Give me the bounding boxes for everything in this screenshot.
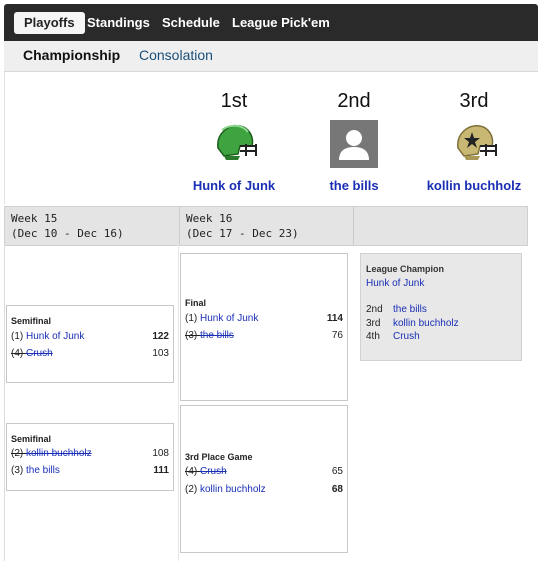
matchup-row: (1) Hunk of Junk 114 (185, 313, 343, 327)
matchup-title: 3rd Place Game (185, 452, 253, 462)
tab-championship[interactable]: Championship (23, 47, 120, 63)
week-label: Week 15 (11, 212, 58, 225)
team-link[interactable]: kollin buchholz (393, 318, 459, 329)
champion-team-link[interactable]: Hunk of Junk (366, 278, 424, 289)
matchup-row: (3) the bills 76 (185, 330, 343, 344)
final-place: 3rd (366, 318, 381, 329)
seed: (2) (185, 484, 200, 495)
default-avatar-icon (330, 120, 378, 168)
final-standing-row: 2nd the bills (366, 304, 427, 315)
team-link[interactable]: the bills (393, 304, 427, 315)
seed: (4) (185, 466, 200, 477)
matchup-title: Final (185, 298, 207, 308)
seed: (2) (11, 448, 26, 459)
podium: 1st Hunk of Junk 2nd the bills 3rd kolli… (4, 72, 538, 204)
team-link[interactable]: the bills (26, 465, 60, 476)
team-link[interactable]: kollin buchholz (200, 484, 266, 495)
score: 114 (326, 313, 343, 324)
week-range: (Dec 17 - Dec 23) (186, 227, 299, 240)
week-label: Week 16 (186, 212, 233, 225)
green-helmet-icon (210, 120, 258, 168)
week-header: Week 15 (Dec 10 - Dec 16) Week 16 (Dec 1… (4, 206, 528, 246)
week-16-column: Week 16 (Dec 17 - Dec 23) (180, 207, 354, 245)
podium-first: 1st Hunk of Junk (169, 72, 299, 193)
podium-rank: 3rd (459, 90, 489, 112)
matchup-row: (2) kollin buchholz 108 (11, 448, 169, 462)
matchup-final[interactable]: Final (1) Hunk of Junk 114 (3) the bills… (180, 253, 348, 401)
tab-schedule[interactable]: Schedule (162, 12, 220, 34)
score: 108 (152, 448, 169, 459)
tab-consolation[interactable]: Consolation (139, 47, 213, 63)
podium-team-link[interactable]: the bills (289, 178, 419, 193)
matchup-row: (4) Crush 65 (185, 466, 343, 480)
matchup-row: (3) the bills 111 (11, 465, 169, 479)
matchup-row: (1) Hunk of Junk 122 (11, 331, 169, 345)
podium-second: 2nd the bills (289, 72, 419, 193)
matchup-row: (2) kollin buchholz 68 (185, 484, 343, 498)
team-link[interactable]: Hunk of Junk (26, 331, 84, 342)
matchup-title: Semifinal (11, 434, 52, 444)
seed: (1) (185, 313, 200, 324)
tab-league-pickem[interactable]: League Pick'em (232, 12, 330, 34)
matchup-third-place[interactable]: 3rd Place Game (4) Crush 65 (2) kollin b… (180, 405, 348, 553)
week-range: (Dec 10 - Dec 16) (11, 227, 124, 240)
podium-rank: 1st (220, 90, 248, 112)
team-link[interactable]: the bills (200, 330, 234, 341)
score: 103 (152, 348, 169, 359)
team-link[interactable]: Crush (26, 348, 53, 359)
team-link[interactable]: Hunk of Junk (200, 313, 258, 324)
team-link[interactable]: Crush (393, 331, 420, 342)
week-15-column: Week 15 (Dec 10 - Dec 16) (5, 207, 180, 245)
sub-nav: Championship Consolation (4, 41, 538, 72)
team-link[interactable]: Crush (200, 466, 227, 477)
podium-rank: 2nd (337, 90, 371, 112)
column-divider (178, 245, 179, 561)
top-nav: Playoffs Standings Schedule League Pick'… (4, 4, 538, 41)
podium-team-link[interactable]: kollin buchholz (409, 178, 538, 193)
final-standing-row: 3rd kollin buchholz (366, 318, 459, 329)
final-standing-row: 4th Crush (366, 331, 420, 342)
seed: (3) (185, 330, 200, 341)
podium-team-link[interactable]: Hunk of Junk (169, 178, 299, 193)
final-place: 2nd (366, 304, 383, 315)
final-place: 4th (366, 331, 380, 342)
left-gutter-line (4, 245, 5, 561)
champion-title: League Champion (366, 264, 445, 274)
matchup-semifinal-1[interactable]: Semifinal (1) Hunk of Junk 122 (4) Crush… (6, 305, 174, 383)
score: 122 (152, 331, 169, 342)
matchup-semifinal-2[interactable]: Semifinal (2) kollin buchholz 108 (3) th… (6, 423, 174, 491)
podium-third: 3rd kollin buchholz (409, 72, 538, 193)
seed: (1) (11, 331, 26, 342)
matchup-row: (4) Crush 103 (11, 348, 169, 362)
tab-playoffs[interactable]: Playoffs (14, 12, 85, 34)
tab-standings[interactable]: Standings (87, 12, 150, 34)
matchup-title: Semifinal (11, 316, 52, 326)
star-helmet-icon (450, 120, 498, 168)
score: 76 (331, 330, 343, 341)
seed: (4) (11, 348, 26, 359)
seed: (3) (11, 465, 26, 476)
score: 111 (153, 465, 169, 476)
league-champion-panel: League Champion Hunk of Junk 2nd the bill… (360, 253, 522, 361)
score: 68 (331, 484, 343, 495)
team-link[interactable]: kollin buchholz (26, 448, 92, 459)
score: 65 (331, 466, 343, 477)
